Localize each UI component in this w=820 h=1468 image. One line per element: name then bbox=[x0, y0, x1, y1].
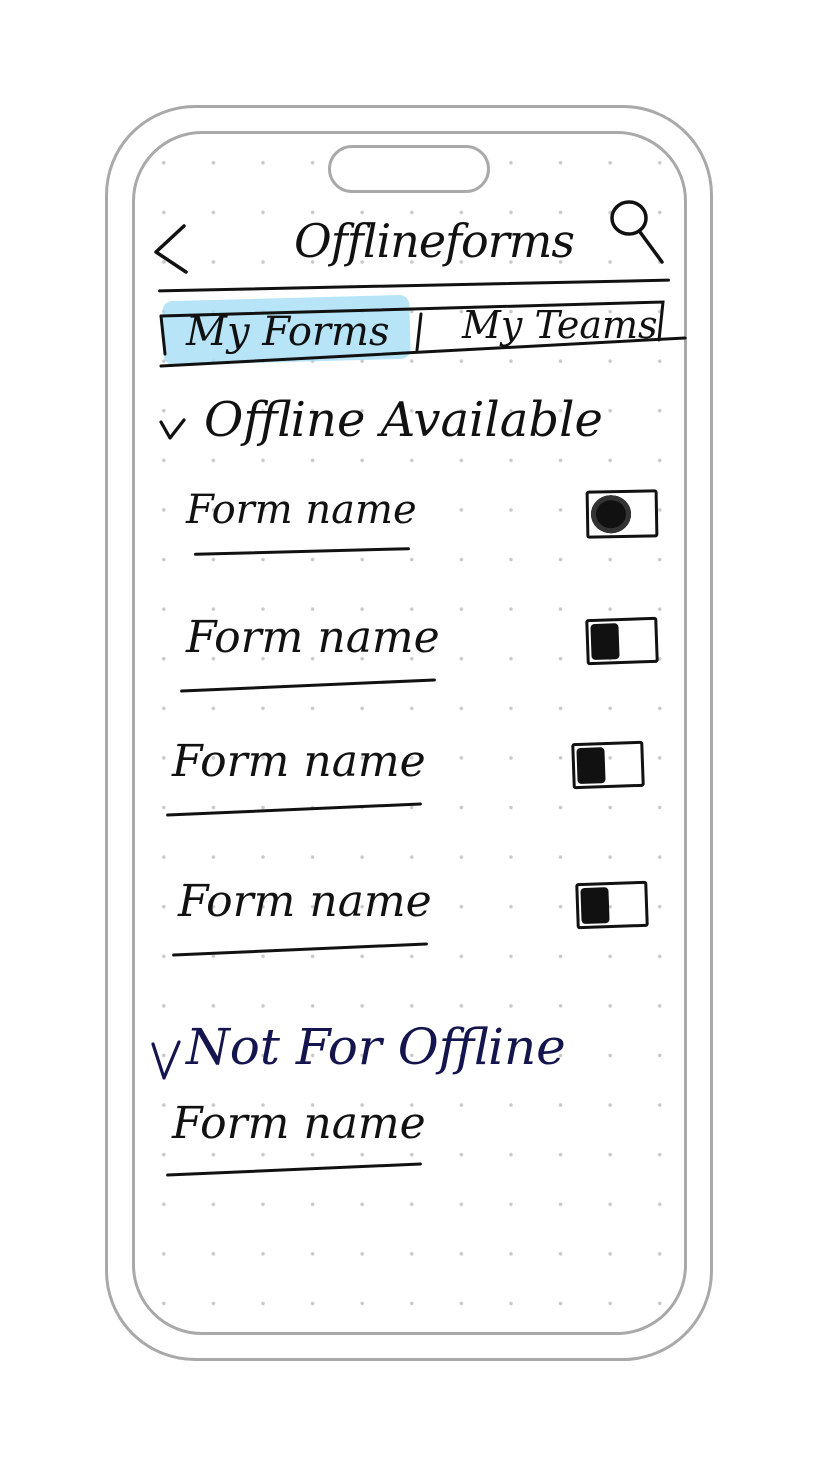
offline-toggle[interactable] bbox=[571, 740, 645, 790]
toggle-knob bbox=[580, 887, 610, 925]
toggle-knob bbox=[576, 747, 606, 785]
offline-toggle[interactable] bbox=[575, 880, 649, 930]
chevron-left-icon[interactable] bbox=[150, 222, 190, 276]
list-item-label[interactable]: Form name bbox=[172, 740, 426, 784]
toggle-knob bbox=[590, 494, 632, 534]
list-item-label[interactable]: Form name bbox=[178, 880, 432, 924]
list-item-label[interactable]: Form name bbox=[186, 616, 440, 660]
tab-my-teams[interactable]: My Teams bbox=[462, 306, 658, 344]
chevron-down-icon[interactable] bbox=[158, 418, 188, 442]
toggle-knob bbox=[590, 623, 620, 661]
chevron-down-icon[interactable] bbox=[150, 1040, 182, 1082]
search-icon[interactable] bbox=[606, 196, 666, 266]
page-title: Offlineforms bbox=[294, 214, 575, 268]
list-item-label[interactable]: Form name bbox=[172, 1102, 426, 1146]
section-heading-not-for-offline[interactable]: Not For Offline bbox=[186, 1022, 566, 1072]
section-heading-offline-available[interactable]: Offline Available bbox=[204, 396, 603, 444]
phone-notch bbox=[328, 145, 490, 193]
offline-toggle[interactable] bbox=[585, 489, 659, 539]
offline-toggle[interactable] bbox=[585, 616, 659, 666]
list-item-label[interactable]: Form name bbox=[186, 490, 417, 530]
tab-my-forms[interactable]: My Forms bbox=[186, 312, 390, 352]
